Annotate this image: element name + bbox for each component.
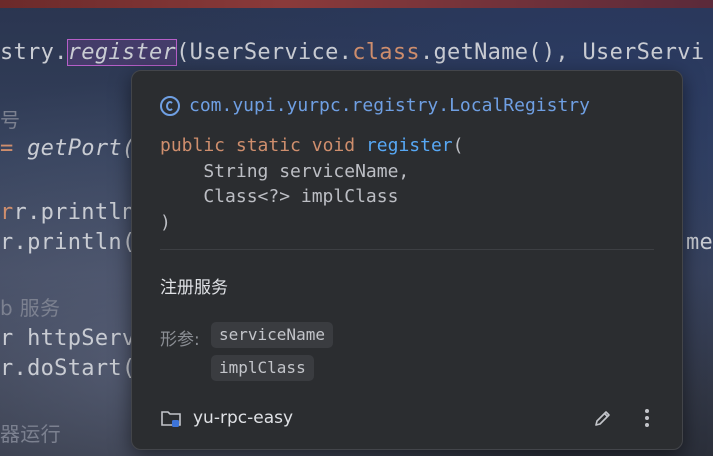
param-line-1: String serviceName, [160, 160, 410, 182]
class-keyword: class [352, 40, 420, 65]
code-line-println-1[interactable]: rr.println( [0, 200, 149, 225]
pencil-icon[interactable] [592, 407, 614, 429]
code-line-println-2[interactable]: r.println( [0, 230, 135, 255]
class-c-icon [160, 95, 180, 116]
method-name: register [365, 135, 453, 156]
params-label: 形参: [160, 330, 200, 350]
code-token: (UserService. [176, 40, 353, 65]
register-method-reference[interactable]: register [66, 39, 178, 66]
quick-documentation-popup[interactable]: com.yupi.yurpc.registry.LocalRegistry pu… [131, 70, 683, 450]
code-comment-line: 号 [0, 108, 21, 132]
code-comment-web-service: b 服务 [0, 296, 61, 320]
module-folder-icon [160, 407, 182, 429]
code-line-right-fragment: me [686, 230, 713, 255]
method-signature: public static void register( String serv… [160, 133, 464, 235]
code-line-httpserver[interactable]: r httpServ [0, 326, 135, 351]
divider [160, 249, 654, 250]
previous-line-fragment [0, 0, 713, 8]
param-chip-servicename: serviceName [211, 322, 333, 348]
qualified-name-text: com.yupi.yurpc.registry.LocalRegistry [189, 95, 590, 116]
param-chip-implclass: implClass [211, 355, 314, 381]
code-token: stry. [0, 40, 68, 65]
param-line-2: Class<?> implClass [160, 186, 399, 207]
keyword-public: public [160, 135, 226, 156]
code-line-register-call[interactable]: stry.register(UserService.class.getName(… [0, 39, 705, 66]
close-paren: ) [160, 211, 171, 233]
open-paren: ( [452, 135, 464, 156]
code-token: r.println( [13, 200, 149, 225]
qualified-class-name[interactable]: com.yupi.yurpc.registry.LocalRegistry [160, 95, 590, 116]
code-token: .getName(), UserServi [419, 40, 705, 65]
code-line-dostart[interactable]: r.doStart( [0, 356, 135, 381]
keyword-void: void [311, 135, 356, 156]
code-token: r.println( [0, 230, 136, 255]
code-line-getport[interactable]: = getPort( [0, 136, 135, 161]
keyword-static: static [235, 135, 301, 156]
code-comment-server-running: 器运行 [0, 422, 61, 446]
popup-footer: yu-rpc-easy [160, 405, 658, 431]
project-name[interactable]: yu-rpc-easy [193, 408, 293, 428]
code-token: = [0, 136, 28, 161]
getport-method: getPort( [27, 136, 136, 161]
more-vertical-icon[interactable] [636, 407, 658, 429]
method-description: 注册服务 [160, 278, 228, 298]
